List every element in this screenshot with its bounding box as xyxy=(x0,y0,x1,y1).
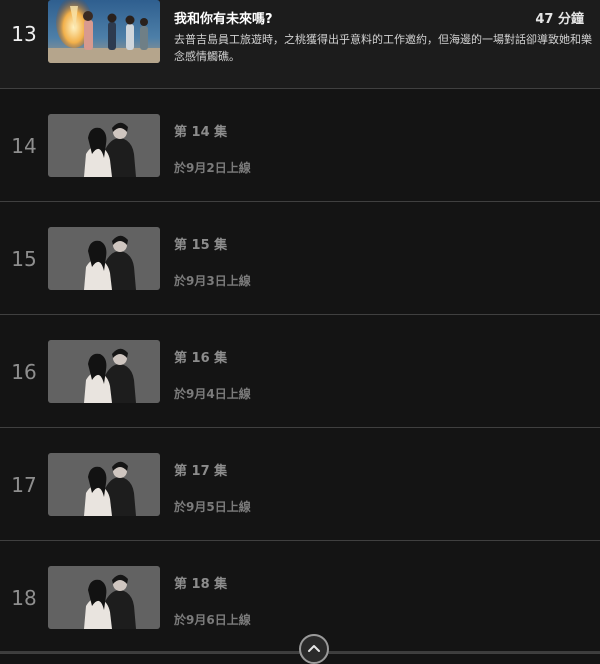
collapse-episodes-button[interactable] xyxy=(299,634,329,664)
episode-list: 13 我和你有未來嗎? 47 分鐘 去普吉島員工旅遊時，之桃獲得出乎意料的工作邀… xyxy=(0,0,600,664)
episode-thumbnail[interactable] xyxy=(48,0,160,63)
episode-number: 15 xyxy=(11,247,37,271)
episode-thumbnail[interactable] xyxy=(48,566,160,629)
episode-item-16[interactable]: 16 第 16 集 於9月4日上線 xyxy=(0,315,600,428)
episode-item-15[interactable]: 15 第 15 集 於9月3日上線 xyxy=(0,202,600,315)
episode-title: 我和你有未來嗎? xyxy=(174,12,273,27)
episode-release-date: 於9月2日上線 xyxy=(174,161,251,175)
episode-title: 第 17 集 xyxy=(174,464,228,479)
episode-release-date: 於9月3日上線 xyxy=(174,274,251,288)
episode-number: 13 xyxy=(11,22,37,46)
episode-title: 第 18 集 xyxy=(174,577,228,592)
episode-release-date: 於9月4日上線 xyxy=(174,387,251,401)
episode-item-18[interactable]: 18 第 18 集 於9月6日上線 xyxy=(0,541,600,654)
episode-item-14[interactable]: 14 第 14 集 於9月2日上線 xyxy=(0,89,600,202)
episode-item-13[interactable]: 13 我和你有未來嗎? 47 分鐘 去普吉島員工旅遊時，之桃獲得出乎意料的工作邀… xyxy=(0,0,600,89)
episode-release-date: 於9月5日上線 xyxy=(174,500,251,514)
episode-number: 17 xyxy=(11,473,37,497)
episode-thumbnail[interactable] xyxy=(48,114,160,177)
episode-description: 去普吉島員工旅遊時，之桃獲得出乎意料的工作邀約，但海邊的一場對話卻導致她和樂念感… xyxy=(174,33,592,63)
episode-duration: 47 分鐘 xyxy=(535,12,584,27)
episode-number: 18 xyxy=(11,586,37,610)
episode-title: 第 16 集 xyxy=(174,351,228,366)
episode-number: 14 xyxy=(11,134,37,158)
episode-title: 第 14 集 xyxy=(174,125,228,140)
chevron-up-icon xyxy=(308,645,320,652)
episode-thumbnail[interactable] xyxy=(48,453,160,516)
episode-thumbnail[interactable] xyxy=(48,340,160,403)
episode-item-17[interactable]: 17 第 17 集 於9月5日上線 xyxy=(0,428,600,541)
episode-number: 16 xyxy=(11,360,37,384)
episode-title: 第 15 集 xyxy=(174,238,228,253)
episode-release-date: 於9月6日上線 xyxy=(174,613,251,627)
episode-thumbnail[interactable] xyxy=(48,227,160,290)
